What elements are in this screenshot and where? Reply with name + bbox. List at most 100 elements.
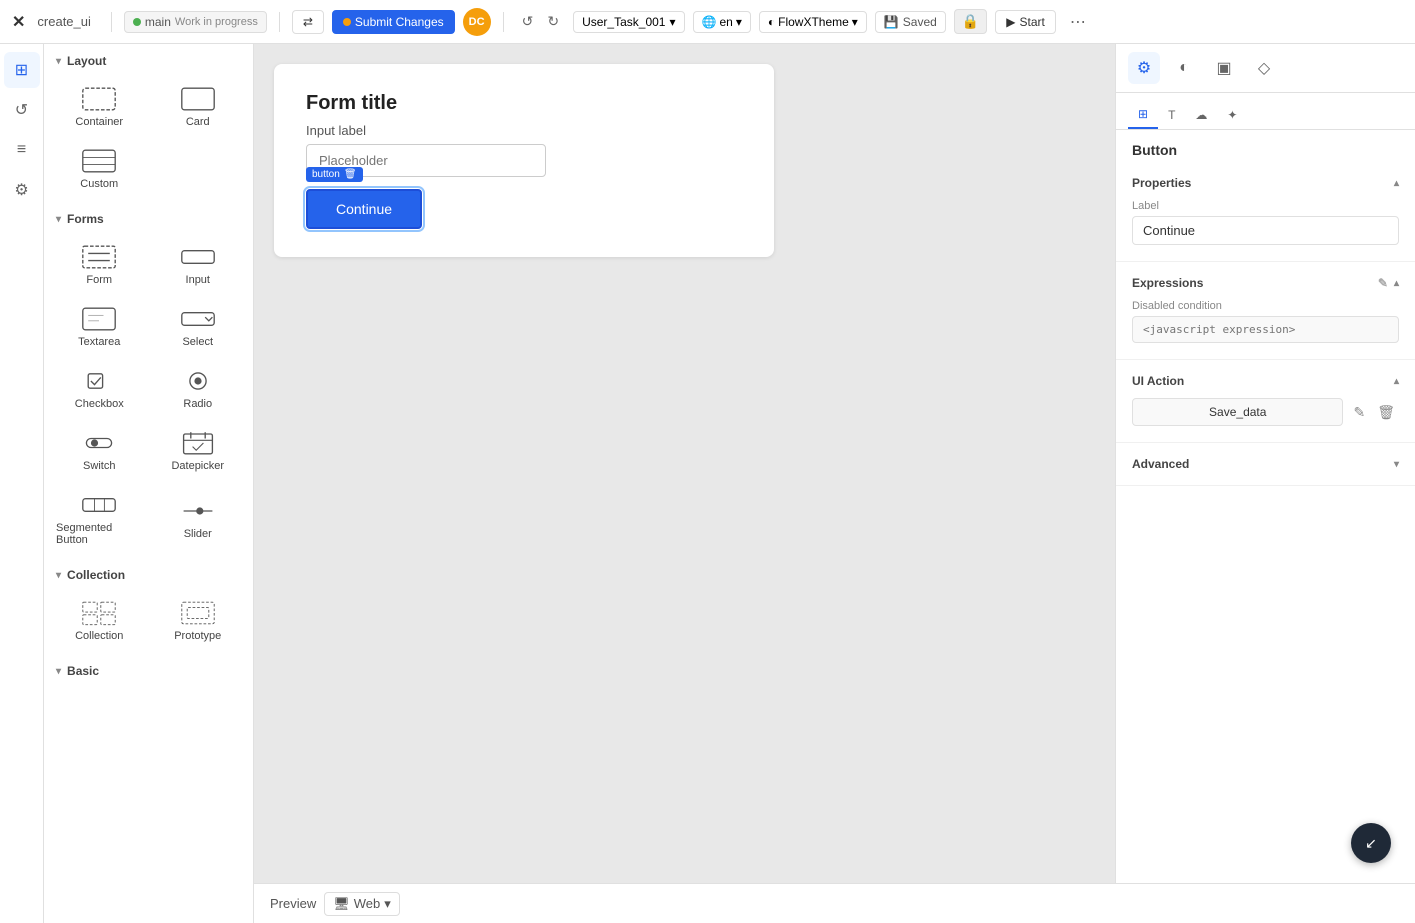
collection-label: Collection bbox=[75, 630, 123, 642]
collection-chevron: ▾ bbox=[56, 570, 61, 581]
layout-section-label: Layout bbox=[67, 54, 106, 68]
component-form[interactable]: Form bbox=[52, 236, 147, 294]
radio-label: Radio bbox=[183, 398, 212, 410]
component-container[interactable]: Container bbox=[52, 78, 147, 136]
divider-3 bbox=[503, 12, 504, 32]
sidebar-icon-settings[interactable]: ⚙ bbox=[4, 172, 40, 208]
advanced-section-header[interactable]: Advanced ▾ bbox=[1116, 451, 1415, 477]
collection-section-header[interactable]: ▾ Collection bbox=[44, 558, 253, 588]
component-card[interactable]: Card bbox=[151, 78, 246, 136]
undo-button[interactable]: ↺ bbox=[516, 9, 540, 34]
component-prototype[interactable]: Prototype bbox=[151, 592, 246, 650]
forms-section-header[interactable]: ▾ Forms bbox=[44, 202, 253, 232]
logo: ✕ bbox=[12, 12, 25, 32]
right-panel: ⚙ ◐ ▣ ◇ ⊞ T ☁ ✦ Button Properties ▴ Labe… bbox=[1115, 44, 1415, 923]
task-selector[interactable]: User_Task_001 ▾ bbox=[573, 11, 684, 33]
label-field-label: Label bbox=[1132, 200, 1399, 212]
preview-chevron: ▾ bbox=[384, 896, 391, 912]
component-segmented-button[interactable]: Segmented Button bbox=[52, 484, 147, 554]
ui-action-chevron: ▴ bbox=[1394, 376, 1399, 387]
component-switch[interactable]: Switch bbox=[52, 422, 147, 480]
radio-icon bbox=[180, 368, 216, 394]
button-tag-label: button bbox=[312, 169, 340, 180]
preview-mode-label: Web bbox=[354, 896, 381, 911]
action-delete-button[interactable]: 🗑 bbox=[1373, 400, 1399, 425]
language-selector[interactable]: 🌐 en ▾ bbox=[693, 11, 751, 33]
switch-icon bbox=[81, 430, 117, 456]
collection-components-grid: Collection Prototype bbox=[44, 588, 253, 654]
sidebar-icon-components[interactable]: ⊞ bbox=[4, 52, 40, 88]
component-radio[interactable]: Radio bbox=[151, 360, 246, 418]
datepicker-label: Datepicker bbox=[171, 460, 224, 472]
main-layout: ⊞ ↺ ≡ ⚙ ▾ Layout Container bbox=[0, 44, 1415, 923]
ui-action-section-header[interactable]: UI Action ▴ bbox=[1116, 368, 1415, 394]
more-options-button[interactable]: ⋯ bbox=[1064, 8, 1092, 36]
user-avatar[interactable]: DC bbox=[463, 8, 491, 36]
advanced-title: Advanced bbox=[1132, 457, 1189, 471]
properties-section-header[interactable]: Properties ▴ bbox=[1116, 170, 1415, 196]
start-button[interactable]: ▶ Start bbox=[995, 10, 1056, 34]
tab-actions-icon[interactable]: ◇ bbox=[1248, 52, 1280, 84]
action-edit-button[interactable]: ✎ bbox=[1349, 400, 1369, 425]
select-icon bbox=[180, 306, 216, 332]
component-select[interactable]: Select bbox=[151, 298, 246, 356]
canvas-area[interactable]: Form title Input label button 🗑 Continue bbox=[254, 44, 1115, 923]
redo-button[interactable]: ↻ bbox=[541, 9, 565, 34]
slider-label: Slider bbox=[184, 528, 212, 540]
lock-button[interactable]: 🔒 bbox=[954, 9, 987, 34]
continue-button[interactable]: Continue bbox=[306, 189, 422, 229]
preview-label: Preview bbox=[270, 896, 316, 911]
slider-icon bbox=[180, 498, 216, 524]
label-input[interactable] bbox=[1132, 216, 1399, 245]
save-icon: 💾 bbox=[884, 15, 899, 29]
submit-changes-button[interactable]: Submit Changes bbox=[332, 10, 455, 34]
inner-tab-star[interactable]: ✦ bbox=[1217, 101, 1247, 129]
expressions-section: Expressions ✎ ▴ Disabled condition bbox=[1116, 262, 1415, 360]
sidebar-icon-history[interactable]: ↺ bbox=[4, 92, 40, 128]
disabled-condition-field: Disabled condition bbox=[1116, 296, 1415, 351]
expressions-edit-icon[interactable]: ✎ bbox=[1378, 276, 1388, 290]
expressions-chevron: ▴ bbox=[1394, 278, 1399, 289]
disabled-condition-input[interactable] bbox=[1132, 316, 1399, 343]
button-tag: button 🗑 bbox=[306, 167, 363, 182]
datepicker-icon bbox=[180, 430, 216, 456]
component-checkbox[interactable]: Checkbox bbox=[52, 360, 147, 418]
sidebar-icon-layers[interactable]: ≡ bbox=[4, 132, 40, 168]
component-input[interactable]: Input bbox=[151, 236, 246, 294]
component-textarea[interactable]: Textarea bbox=[52, 298, 147, 356]
textarea-label: Textarea bbox=[78, 336, 120, 348]
properties-section: Properties ▴ Label bbox=[1116, 162, 1415, 262]
left-panel: ▾ Layout Container Card bbox=[44, 44, 254, 923]
card-icon bbox=[180, 86, 216, 112]
layout-section-header[interactable]: ▾ Layout bbox=[44, 44, 253, 74]
theme-selector[interactable]: ◐ FlowXTheme ▾ bbox=[759, 11, 867, 33]
properties-title: Properties bbox=[1132, 176, 1191, 190]
saved-indicator: 💾 Saved bbox=[875, 11, 946, 33]
prototype-label: Prototype bbox=[174, 630, 221, 642]
preview-mode-selector[interactable]: 🖥 Web ▾ bbox=[324, 892, 400, 916]
web-icon: 🖥 bbox=[333, 896, 350, 912]
theme-label: FlowXTheme bbox=[778, 15, 849, 29]
component-slider[interactable]: Slider bbox=[151, 484, 246, 554]
action-row: Save_data ✎ 🗑 bbox=[1116, 394, 1415, 434]
button-tag-delete-icon[interactable]: 🗑 bbox=[344, 169, 357, 180]
topbar: ✕ create_ui main Work in progress ⇄ Subm… bbox=[0, 0, 1415, 44]
process-btn[interactable]: ⇄ bbox=[292, 10, 324, 34]
basic-section-header[interactable]: ▾ Basic bbox=[44, 654, 253, 684]
inner-tab-grid[interactable]: ⊞ bbox=[1128, 101, 1158, 129]
tab-settings-icon[interactable]: ⚙ bbox=[1128, 52, 1160, 84]
tab-style-icon[interactable]: ◐ bbox=[1168, 52, 1200, 84]
component-collection[interactable]: Collection bbox=[52, 592, 147, 650]
play-icon: ▶ bbox=[1006, 15, 1015, 29]
inner-tab-text[interactable]: T bbox=[1158, 101, 1185, 129]
preview-bar: Preview 🖥 Web ▾ bbox=[254, 883, 1415, 923]
task-name: User_Task_001 bbox=[582, 15, 665, 29]
component-datepicker[interactable]: Datepicker bbox=[151, 422, 246, 480]
floating-export-button[interactable]: ↙ bbox=[1351, 823, 1391, 863]
component-custom[interactable]: Custom bbox=[52, 140, 147, 198]
tab-responsive-icon[interactable]: ▣ bbox=[1208, 52, 1240, 84]
form-input-label: Input label bbox=[306, 123, 742, 138]
branch-selector[interactable]: main Work in progress bbox=[124, 11, 267, 33]
inner-tab-cloud[interactable]: ☁ bbox=[1185, 101, 1217, 129]
expressions-section-header[interactable]: Expressions ✎ ▴ bbox=[1116, 270, 1415, 296]
